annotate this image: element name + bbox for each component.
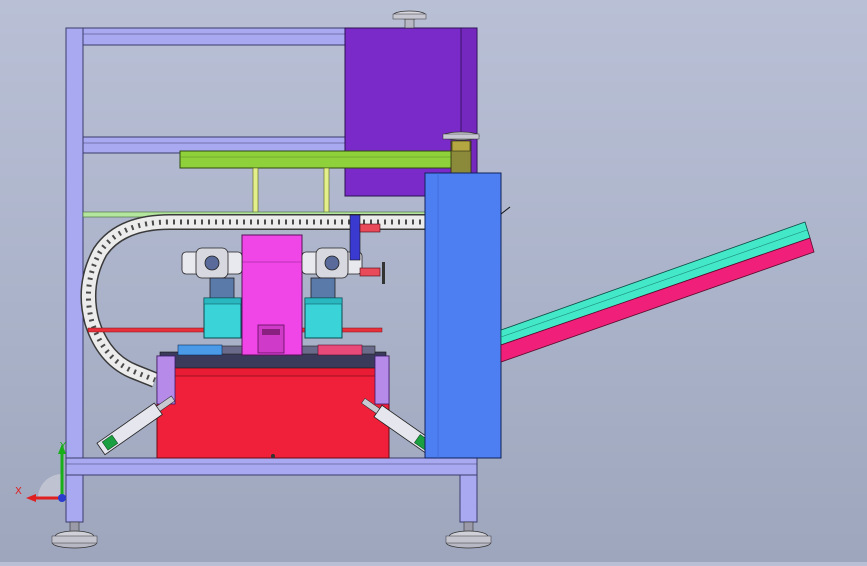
left-motor-assembly (181, 247, 243, 339)
blue-column (424, 172, 511, 459)
triad-x-label: X (15, 486, 22, 497)
left-foot (51, 521, 98, 549)
top-handwheel (392, 10, 427, 29)
magenta-center-block (241, 234, 303, 356)
discharge-chute (500, 221, 815, 363)
right-foot (445, 521, 492, 549)
frame-base-rail (65, 457, 478, 476)
cad-viewport[interactable]: X Y (0, 0, 867, 562)
frame-left-post (65, 27, 84, 459)
base-blue-pad (177, 344, 223, 356)
frame-top-rail (82, 27, 346, 46)
coordinate-triad (26, 444, 66, 502)
base-pink-pad (317, 344, 363, 356)
machine-drawing (26, 10, 815, 549)
leveling-feet (51, 521, 492, 549)
right-motor-assembly (301, 247, 363, 339)
frame-left-leg (65, 474, 84, 523)
triad-y-label: Y (60, 441, 67, 452)
red-base-block (156, 345, 390, 459)
frame-right-leg (459, 474, 478, 523)
